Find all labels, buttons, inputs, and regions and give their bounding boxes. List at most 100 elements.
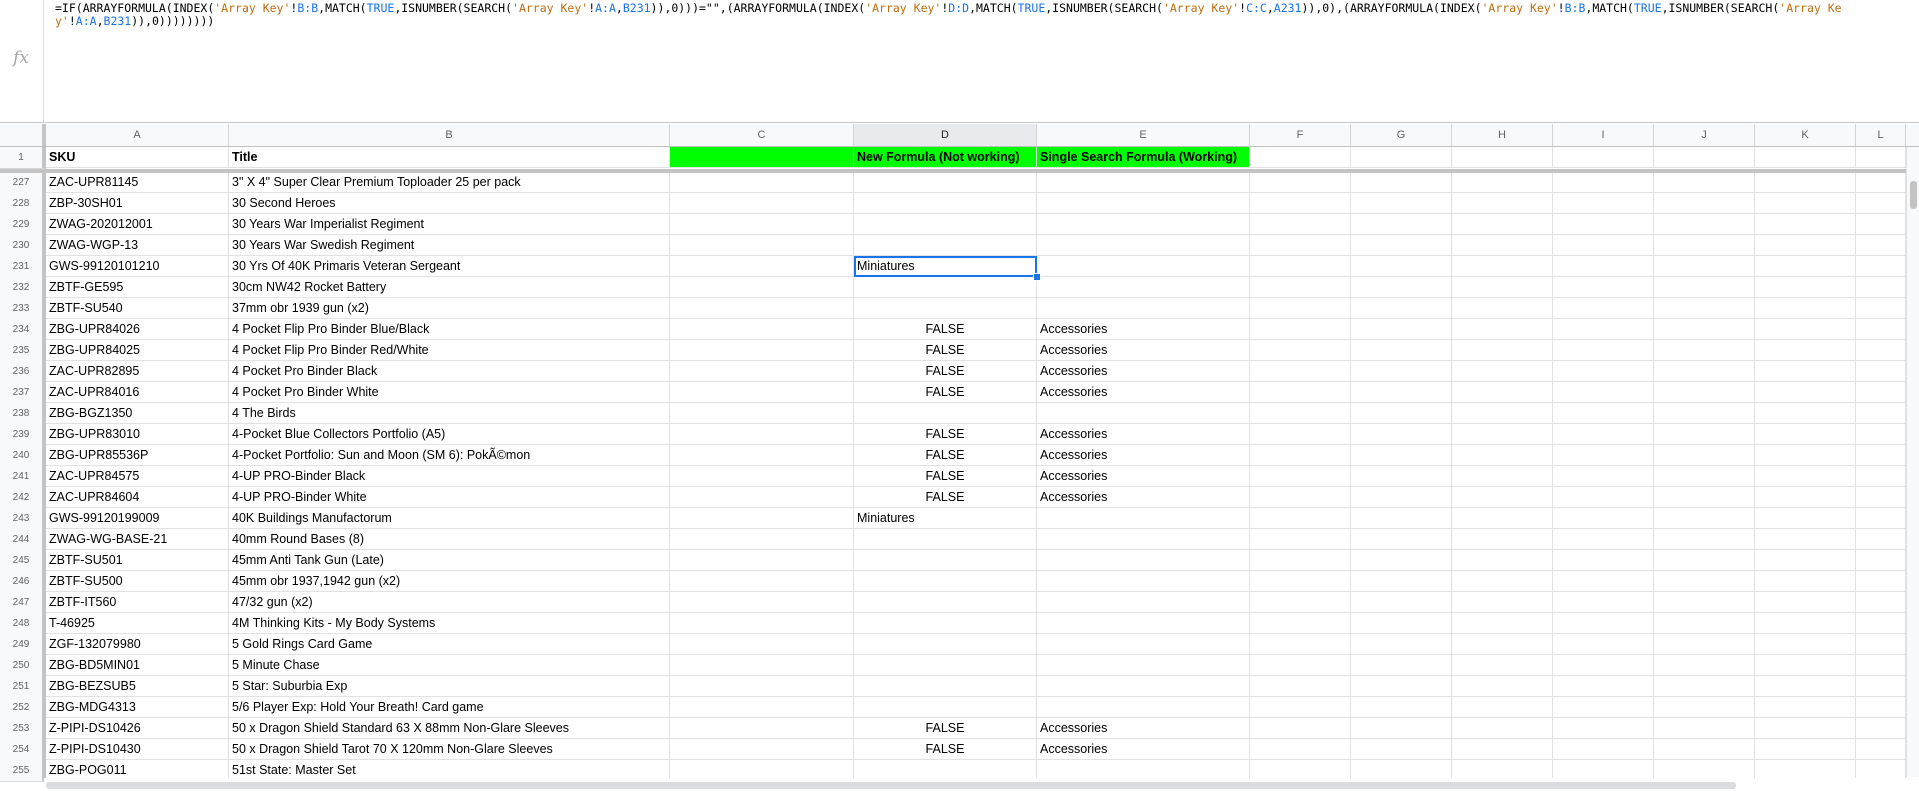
cell-h[interactable] <box>1452 298 1553 319</box>
cell-h[interactable] <box>1452 424 1553 445</box>
cell-l[interactable] <box>1856 298 1906 319</box>
row-number[interactable]: 228 <box>0 193 46 215</box>
cell-i[interactable] <box>1553 655 1654 676</box>
cell-c[interactable] <box>670 235 854 256</box>
horizontal-scroll-thumb[interactable] <box>46 782 1736 789</box>
cell-f[interactable] <box>1250 529 1351 550</box>
cell-e[interactable] <box>1037 193 1250 214</box>
cell-i[interactable] <box>1553 466 1654 487</box>
cell-j[interactable] <box>1654 298 1755 319</box>
cell-g[interactable] <box>1351 487 1452 508</box>
row-number[interactable]: 231 <box>0 256 46 278</box>
cell-k[interactable] <box>1755 655 1856 676</box>
cell-h[interactable] <box>1452 487 1553 508</box>
cell-k[interactable] <box>1755 361 1856 382</box>
cell-k[interactable] <box>1755 298 1856 319</box>
cell-g[interactable] <box>1351 676 1452 697</box>
cell-d[interactable]: FALSE <box>854 361 1037 382</box>
column-header-k[interactable]: K <box>1755 124 1856 146</box>
cell-j[interactable] <box>1654 529 1755 550</box>
cell-j[interactable] <box>1654 403 1755 424</box>
vertical-scroll-thumb[interactable] <box>1910 181 1917 209</box>
cell-l[interactable] <box>1856 319 1906 340</box>
cell-f[interactable] <box>1250 508 1351 529</box>
cell-j[interactable] <box>1654 676 1755 697</box>
cell-g[interactable] <box>1351 403 1452 424</box>
cell-d[interactable]: FALSE <box>854 739 1037 760</box>
cell-a[interactable]: ZBG-UPR83010 <box>46 424 229 445</box>
cell-j[interactable] <box>1654 697 1755 718</box>
cell-k[interactable] <box>1755 550 1856 571</box>
cell-l[interactable] <box>1856 508 1906 529</box>
cell-c[interactable] <box>670 256 854 277</box>
cell-h[interactable] <box>1452 193 1553 214</box>
row-number[interactable]: 254 <box>0 739 46 761</box>
cell-a[interactable]: ZAC-UPR82895 <box>46 361 229 382</box>
cell-j[interactable] <box>1654 340 1755 361</box>
cell-d[interactable]: FALSE <box>854 382 1037 403</box>
cell-g[interactable] <box>1351 214 1452 235</box>
cell-h[interactable] <box>1452 277 1553 298</box>
cell-g[interactable] <box>1351 634 1452 655</box>
cell-l[interactable] <box>1856 403 1906 424</box>
column-header-j[interactable]: J <box>1654 124 1755 146</box>
cell-g[interactable] <box>1351 466 1452 487</box>
row-number[interactable]: 1 <box>0 147 46 169</box>
row-number[interactable]: 253 <box>0 718 46 740</box>
cell-b[interactable]: 4 Pocket Pro Binder Black <box>229 361 670 382</box>
cell-e[interactable] <box>1037 613 1250 634</box>
cell-f[interactable] <box>1250 718 1351 739</box>
cell-c[interactable] <box>670 277 854 298</box>
cell-b[interactable]: 45mm obr 1937,1942 gun (x2) <box>229 571 670 592</box>
cell-j[interactable] <box>1654 193 1755 214</box>
cell-e[interactable]: Single Search Formula (Working) <box>1037 147 1250 168</box>
cell-b[interactable]: 4M Thinking Kits - My Body Systems <box>229 613 670 634</box>
cell-i[interactable] <box>1553 739 1654 760</box>
row-number[interactable]: 227 <box>0 172 46 194</box>
cell-f[interactable] <box>1250 592 1351 613</box>
cell-b[interactable]: 40K Buildings Manufactorum <box>229 508 670 529</box>
cell-d[interactable] <box>854 571 1037 592</box>
horizontal-scrollbar[interactable] <box>44 778 1906 791</box>
row-number[interactable]: 243 <box>0 508 46 530</box>
cell-i[interactable] <box>1553 214 1654 235</box>
cell-j[interactable] <box>1654 718 1755 739</box>
cell-h[interactable] <box>1452 613 1553 634</box>
cell-h[interactable] <box>1452 382 1553 403</box>
cell-i[interactable] <box>1553 718 1654 739</box>
cell-l[interactable] <box>1856 676 1906 697</box>
cell-h[interactable] <box>1452 571 1553 592</box>
cell-g[interactable] <box>1351 739 1452 760</box>
cell-j[interactable] <box>1654 361 1755 382</box>
cell-f[interactable] <box>1250 613 1351 634</box>
cell-f[interactable] <box>1250 319 1351 340</box>
cell-k[interactable] <box>1755 466 1856 487</box>
cell-c[interactable] <box>670 571 854 592</box>
cell-h[interactable] <box>1452 529 1553 550</box>
cell-e[interactable]: Accessories <box>1037 424 1250 445</box>
cell-b[interactable]: 4-UP PRO-Binder Black <box>229 466 670 487</box>
cell-f[interactable] <box>1250 403 1351 424</box>
cell-k[interactable] <box>1755 676 1856 697</box>
cell-e[interactable]: Accessories <box>1037 319 1250 340</box>
cell-e[interactable] <box>1037 256 1250 277</box>
cell-g[interactable] <box>1351 445 1452 466</box>
cell-h[interactable] <box>1452 592 1553 613</box>
cell-f[interactable] <box>1250 466 1351 487</box>
cell-b[interactable]: 5 Gold Rings Card Game <box>229 634 670 655</box>
cell-i[interactable] <box>1553 319 1654 340</box>
cell-b[interactable]: 3" X 4" Super Clear Premium Toploader 25… <box>229 172 670 193</box>
column-header-g[interactable]: G <box>1351 124 1452 146</box>
row-number[interactable]: 246 <box>0 571 46 593</box>
cell-f[interactable] <box>1250 277 1351 298</box>
cell-i[interactable] <box>1553 571 1654 592</box>
cell-l[interactable] <box>1856 256 1906 277</box>
cell-i[interactable] <box>1553 382 1654 403</box>
cell-k[interactable] <box>1755 340 1856 361</box>
cell-g[interactable] <box>1351 718 1452 739</box>
cell-g[interactable] <box>1351 529 1452 550</box>
cell-c[interactable] <box>670 382 854 403</box>
cell-b[interactable]: 5 Minute Chase <box>229 655 670 676</box>
cell-j[interactable] <box>1654 147 1755 168</box>
cell-e[interactable]: Accessories <box>1037 340 1250 361</box>
